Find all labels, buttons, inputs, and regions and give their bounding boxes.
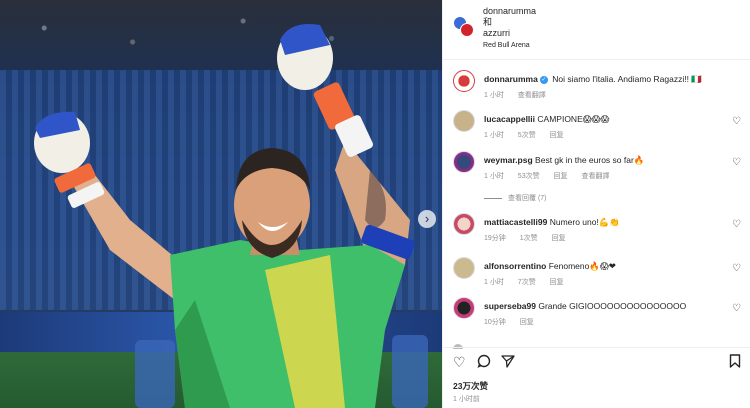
post-detail-panel: donnarumma 和 azzurri Red Bull Arena donn…	[442, 0, 750, 408]
avatar[interactable]	[453, 213, 475, 235]
comment-text: Best gk in the euros so far🔥	[535, 155, 645, 165]
comment-time: 1 小时	[484, 279, 504, 286]
comment-time: 1 小时	[484, 132, 504, 139]
caption-text: Noi siamo l'italia. Andiamo Ragazzi!! 🇮🇹	[552, 74, 702, 84]
comment-username[interactable]: lucacappellii	[484, 114, 535, 124]
location-link[interactable]: Red Bull Arena	[483, 40, 536, 51]
comment-text: CAMPIONE😱😱😱	[537, 114, 610, 124]
comment-time: 1 小时	[484, 173, 504, 180]
heart-icon[interactable]: ♡	[732, 116, 741, 127]
post-actions: ♡ 23万次赞 1 小时前	[443, 347, 750, 408]
goalkeeper-figure	[34, 24, 415, 408]
comment-text: Grande GIGIOOOOOOOOOOOOOOO	[538, 301, 687, 311]
comment-text: Numero uno!💪👏	[549, 217, 621, 227]
collab-joiner: 和	[483, 17, 493, 27]
reply-button[interactable]: 回复	[550, 279, 564, 286]
avatar[interactable]	[453, 297, 475, 319]
comment-time: 10分钟	[484, 319, 506, 326]
reply-button[interactable]: 回复	[520, 319, 534, 326]
comment-likes[interactable]: 7次赞	[518, 279, 536, 286]
comment-username[interactable]: mattiacastelli99	[484, 217, 547, 227]
comments-list[interactable]: donnarumma ✓ Noi siamo l'italia. Andiamo …	[443, 62, 750, 347]
avatar[interactable]	[453, 257, 475, 279]
heart-icon[interactable]: ♡	[732, 157, 741, 168]
comment-username[interactable]: alfonsorrentino	[484, 261, 546, 271]
post-time: 1 小时前	[453, 396, 480, 403]
reply-button[interactable]: 回复	[550, 132, 564, 139]
reply-button[interactable]: 回复	[554, 173, 568, 180]
comment-username[interactable]: weymar.psg	[484, 155, 533, 165]
avatar	[460, 23, 474, 37]
comment-text: Fenomeno🔥😱❤	[548, 261, 616, 271]
comment-likes[interactable]: 5次赞	[518, 132, 536, 139]
share-icon[interactable]	[501, 354, 515, 371]
divider	[484, 197, 502, 199]
reply-button[interactable]: 回复	[552, 235, 566, 242]
heart-icon[interactable]: ♡	[732, 263, 741, 274]
caption-time: 1 小时	[484, 92, 504, 99]
avatar[interactable]	[453, 70, 475, 92]
collab-avatars[interactable]	[453, 16, 475, 38]
comment-time: 19分钟	[484, 235, 506, 242]
like-count[interactable]: 23万次赞	[453, 380, 488, 392]
avatar[interactable]	[453, 110, 475, 132]
next-image-button[interactable]: ›	[418, 210, 436, 228]
comment-likes[interactable]: 53次赞	[518, 173, 540, 180]
translate-link[interactable]: 查看翻譯	[582, 173, 610, 180]
translate-link[interactable]: 查看翻譯	[518, 92, 546, 99]
view-replies-link[interactable]: 查看回覆 (7)	[484, 193, 547, 203]
author-username[interactable]: donnarumma	[483, 6, 536, 17]
bookmark-icon[interactable]	[729, 354, 741, 371]
avatar[interactable]	[453, 151, 475, 173]
post-photo[interactable]: ›	[0, 0, 442, 408]
verified-icon: ✓	[539, 76, 548, 84]
view-replies-label: 查看回覆 (7)	[508, 195, 547, 202]
heart-icon[interactable]: ♡	[453, 354, 466, 371]
caption-username[interactable]: donnarumma	[484, 74, 538, 84]
heart-icon[interactable]: ♡	[732, 303, 741, 314]
comment-username[interactable]: superseba99	[484, 301, 536, 311]
comment-likes[interactable]: 1次赞	[520, 235, 538, 242]
heart-icon[interactable]: ♡	[732, 219, 741, 230]
post-header: donnarumma 和 azzurri Red Bull Arena	[443, 0, 750, 60]
comment-icon[interactable]	[477, 354, 491, 371]
collab-username[interactable]: azzurri	[483, 28, 536, 39]
